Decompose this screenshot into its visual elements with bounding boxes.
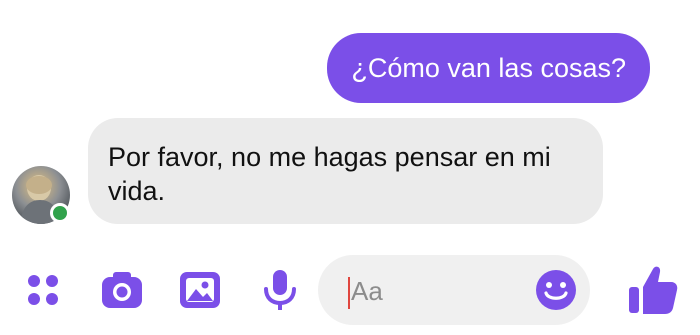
emoji-icon[interactable] <box>533 267 579 313</box>
text-cursor <box>348 277 350 309</box>
message-composer: Aa <box>0 245 700 335</box>
online-status-indicator <box>50 203 70 223</box>
message-input[interactable]: Aa <box>318 255 590 325</box>
apps-icon[interactable] <box>20 267 66 313</box>
microphone-icon[interactable] <box>257 267 303 313</box>
message-input-placeholder: Aa <box>351 276 383 306</box>
incoming-message-bubble: Por favor, no me hagas pensar en mi vida… <box>88 118 603 224</box>
outgoing-message-bubble: ¿Cómo van las cosas? <box>327 33 650 103</box>
image-icon[interactable] <box>177 267 223 313</box>
message-thread: ¿Cómo van las cosas? Por favor, no me ha… <box>0 0 700 240</box>
camera-icon[interactable] <box>99 267 145 313</box>
thumbs-up-icon[interactable] <box>625 261 681 317</box>
